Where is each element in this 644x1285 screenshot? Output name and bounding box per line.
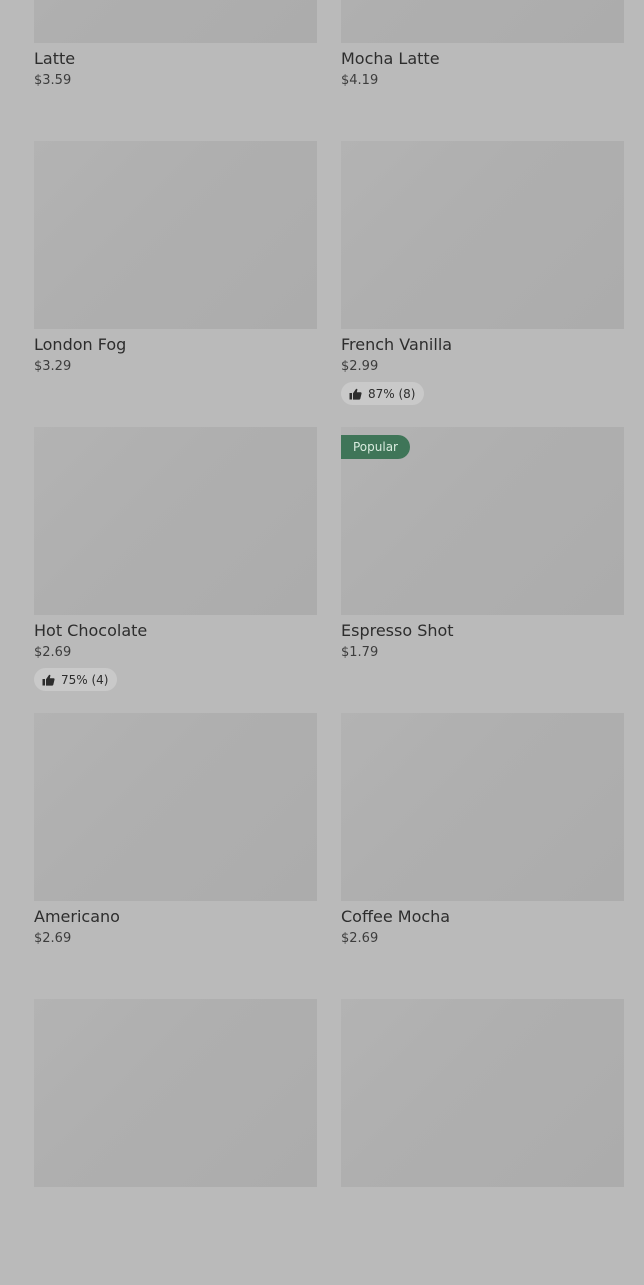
product-price: $1.79: [341, 645, 379, 660]
product-name[interactable]: French Vanilla: [341, 335, 624, 355]
product-image[interactable]: [34, 999, 317, 1187]
product-card-london-fog[interactable]: London Fog $3.29: [34, 141, 317, 427]
product-info: Espresso Shot $1.79: [341, 615, 624, 713]
product-name[interactable]: London Fog: [34, 335, 317, 355]
product-image[interactable]: [341, 999, 624, 1187]
product-info: French Vanilla $2.99 87% (8): [341, 329, 624, 427]
product-card-latte[interactable]: Latte $3.59: [34, 0, 317, 141]
product-card-hot-chocolate[interactable]: Hot Chocolate $2.69 75% (4): [34, 427, 317, 713]
product-info: Mocha Latte $4.19: [341, 43, 624, 141]
product-card[interactable]: [34, 999, 317, 1285]
product-card-americano[interactable]: Americano $2.69: [34, 713, 317, 999]
product-price: $3.59: [34, 73, 72, 88]
product-image[interactable]: [341, 0, 624, 43]
product-image[interactable]: [341, 713, 624, 901]
product-image[interactable]: [341, 141, 624, 329]
product-info: Americano $2.69: [34, 901, 317, 999]
product-image[interactable]: [34, 0, 317, 43]
rating-text: 87% (8): [368, 386, 416, 401]
product-card-coffee-mocha[interactable]: Coffee Mocha $2.69: [341, 713, 624, 999]
product-info: Hot Chocolate $2.69 75% (4): [34, 615, 317, 713]
product-info: London Fog $3.29: [34, 329, 317, 427]
product-card-mocha-latte[interactable]: Mocha Latte $4.19: [341, 0, 624, 141]
product-name[interactable]: Coffee Mocha: [341, 907, 624, 927]
rating-badge: 87% (8): [341, 382, 425, 405]
product-info: Coffee Mocha $2.69: [341, 901, 624, 999]
product-name[interactable]: Americano: [34, 907, 317, 927]
thumbs-up-icon: [42, 674, 55, 686]
product-name[interactable]: Espresso Shot: [341, 621, 624, 641]
product-price: $4.19: [341, 73, 379, 88]
product-price: $2.99: [341, 359, 379, 374]
rating-text: 75% (4): [61, 672, 109, 687]
product-image[interactable]: Popular: [341, 427, 624, 615]
product-info: [34, 1187, 317, 1285]
product-image[interactable]: [34, 427, 317, 615]
product-image[interactable]: [34, 141, 317, 329]
product-card[interactable]: [341, 999, 624, 1285]
product-name[interactable]: Latte: [34, 49, 317, 69]
product-info: Latte $3.59: [34, 43, 317, 141]
product-card-espresso-shot[interactable]: Popular Espresso Shot $1.79: [341, 427, 624, 713]
popular-badge: Popular: [341, 435, 410, 459]
thumbs-up-icon: [349, 388, 362, 400]
product-card-french-vanilla[interactable]: French Vanilla $2.99 87% (8): [341, 141, 624, 427]
product-image[interactable]: [34, 713, 317, 901]
product-price: $2.69: [341, 931, 379, 946]
product-price: $3.29: [34, 359, 72, 374]
product-grid: Latte $3.59 Mocha Latte $4.19 London Fog…: [34, 0, 624, 1285]
product-info: [341, 1187, 624, 1285]
rating-badge: 75% (4): [34, 668, 118, 691]
product-price: $2.69: [34, 931, 72, 946]
product-name[interactable]: Mocha Latte: [341, 49, 624, 69]
product-name[interactable]: Hot Chocolate: [34, 621, 317, 641]
product-price: $2.69: [34, 645, 72, 660]
